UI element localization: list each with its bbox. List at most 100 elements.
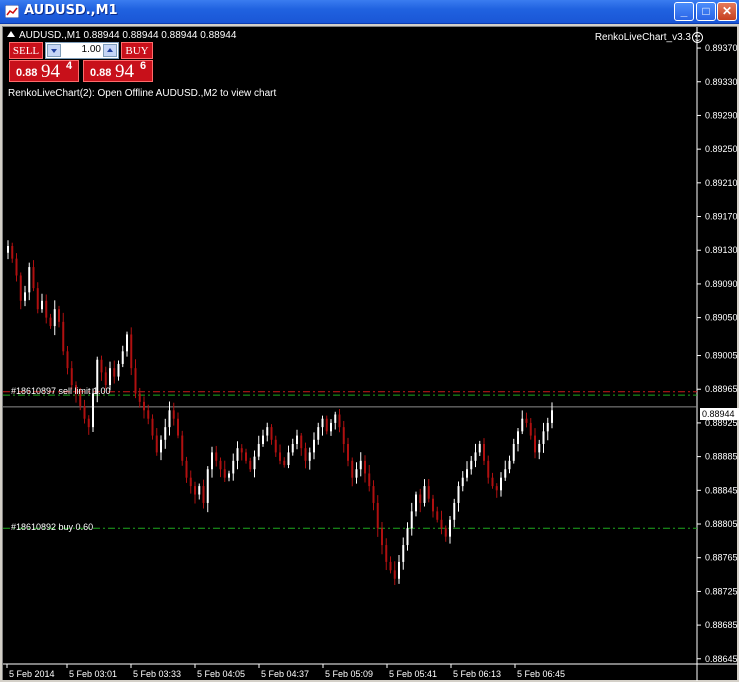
x-tick-label: 5 Feb 05:41 xyxy=(389,669,437,679)
candle-body xyxy=(402,545,405,562)
candle-body xyxy=(287,452,290,466)
candle-body xyxy=(138,393,141,402)
y-tick-label: 0.88965 xyxy=(705,384,738,394)
candle-body xyxy=(432,498,434,512)
candle-body xyxy=(317,427,320,440)
indicator-name: RenkoLiveChart_v3.3 xyxy=(594,32,691,43)
y-tick-label: 0.88645 xyxy=(705,654,738,664)
candle-body xyxy=(32,267,35,289)
buy-button[interactable]: BUY xyxy=(121,42,153,59)
candle-body xyxy=(351,460,354,478)
candle-body xyxy=(538,443,541,453)
sell-button[interactable]: SELL xyxy=(9,42,43,59)
maximize-button[interactable]: □ xyxy=(696,2,716,21)
collapse-triangle-icon[interactable] xyxy=(7,31,15,37)
candle-body xyxy=(381,528,383,546)
candle-body xyxy=(491,477,494,487)
candle-body xyxy=(364,460,366,474)
y-tick-label: 0.89050 xyxy=(705,313,738,323)
candle-body xyxy=(355,469,358,478)
candle-body xyxy=(211,452,213,470)
candle-body xyxy=(236,448,239,461)
candle-body xyxy=(66,351,69,369)
close-button[interactable]: ✕ xyxy=(717,2,737,21)
candle-body xyxy=(440,519,443,529)
lot-size-value[interactable]: 1.00 xyxy=(82,44,101,55)
candle-body xyxy=(219,460,222,470)
candle-body xyxy=(313,439,315,453)
candle-body xyxy=(542,431,545,444)
candle-body xyxy=(504,469,507,478)
lot-size-field[interactable]: 1.00 xyxy=(45,42,119,59)
candle-body xyxy=(368,473,371,487)
candle-body xyxy=(436,511,439,520)
lot-increase-arrow-icon[interactable] xyxy=(103,44,117,57)
candle-body xyxy=(49,317,52,327)
chart-info-text: AUDUSD.,M1 0.88944 0.88944 0.88944 0.889… xyxy=(19,30,237,41)
candle-body xyxy=(270,427,273,440)
sell-price-button[interactable]: 0.88 94 4 xyxy=(9,60,79,82)
candle-body xyxy=(177,418,179,436)
candle-body xyxy=(228,473,230,478)
chart-window-icon xyxy=(5,5,19,18)
candle-body xyxy=(70,368,73,386)
y-tick-label: 0.88845 xyxy=(705,485,738,495)
candle-body xyxy=(495,486,498,491)
minimize-button[interactable]: _ xyxy=(674,2,694,21)
x-tick-label: 5 Feb 03:33 xyxy=(133,669,181,679)
candle-body xyxy=(245,452,247,461)
candle-body xyxy=(168,410,171,428)
y-tick-label: 0.89250 xyxy=(705,144,738,154)
candle-body xyxy=(376,502,379,529)
candle-body xyxy=(419,494,422,503)
candle-body xyxy=(198,486,201,495)
window-title: AUDUSD.,M1 xyxy=(24,3,118,18)
candle-body xyxy=(181,435,184,461)
candle-body xyxy=(87,418,90,428)
x-tick-label: 5 Feb 04:37 xyxy=(261,669,309,679)
candle-body xyxy=(249,460,252,470)
candle-body xyxy=(28,267,31,293)
candle-body xyxy=(223,469,226,478)
y-tick-label: 0.89370 xyxy=(705,43,738,53)
candle-body xyxy=(525,418,528,423)
candle-body xyxy=(262,435,264,444)
current-price-tag: 0.88944 xyxy=(700,408,739,420)
price-chart[interactable]: 0.89370 0.89330 0.89290 0.89250 0.89210 0.891… xyxy=(3,27,738,681)
candle-body xyxy=(151,418,154,436)
candle-body xyxy=(104,372,107,386)
candle-body xyxy=(121,351,124,364)
buy-price-button[interactable]: 0.88 94 6 xyxy=(83,60,153,82)
candle-body xyxy=(325,418,328,432)
candle-body xyxy=(487,460,490,478)
candle-body xyxy=(508,460,511,470)
candle-body xyxy=(415,494,417,512)
candle-body xyxy=(427,486,430,499)
candle-body xyxy=(372,486,375,503)
x-tick-label: 5 Feb 05:09 xyxy=(325,669,373,679)
x-tick-label: 5 Feb 03:01 xyxy=(69,669,117,679)
one-click-trading-panel: SELL 1.00 BUY 0.88 94 4 0.88 94 6 xyxy=(9,42,153,82)
candle-body xyxy=(45,300,48,318)
window-titlebar[interactable]: AUDUSD.,M1 _ □ ✕ xyxy=(0,0,739,24)
candle-body xyxy=(385,545,388,562)
candle-body xyxy=(117,363,120,377)
candle-body xyxy=(206,469,209,503)
candle-body xyxy=(134,368,137,394)
y-tick-label: 0.88685 xyxy=(705,620,738,630)
y-tick-label: 0.88805 xyxy=(705,519,738,529)
x-tick-label: 5 Feb 06:13 xyxy=(453,669,501,679)
candle-body xyxy=(423,486,426,503)
x-tick-label: 5 Feb 06:45 xyxy=(517,669,565,679)
candle-body xyxy=(410,511,413,529)
candle-body xyxy=(359,460,362,470)
chart-area[interactable]: 0.89370 0.89330 0.89290 0.89250 0.89210 0.891… xyxy=(2,26,739,681)
candle-body xyxy=(393,570,396,579)
x-tick-label: 5 Feb 2014 xyxy=(9,669,55,679)
y-tick-label: 0.88765 xyxy=(705,553,738,563)
candle-body xyxy=(266,427,269,436)
sell-price-pips: 94 xyxy=(41,61,60,82)
candle-body xyxy=(53,309,56,327)
candle-body xyxy=(521,418,524,432)
lot-decrease-arrow-icon[interactable] xyxy=(47,44,61,57)
